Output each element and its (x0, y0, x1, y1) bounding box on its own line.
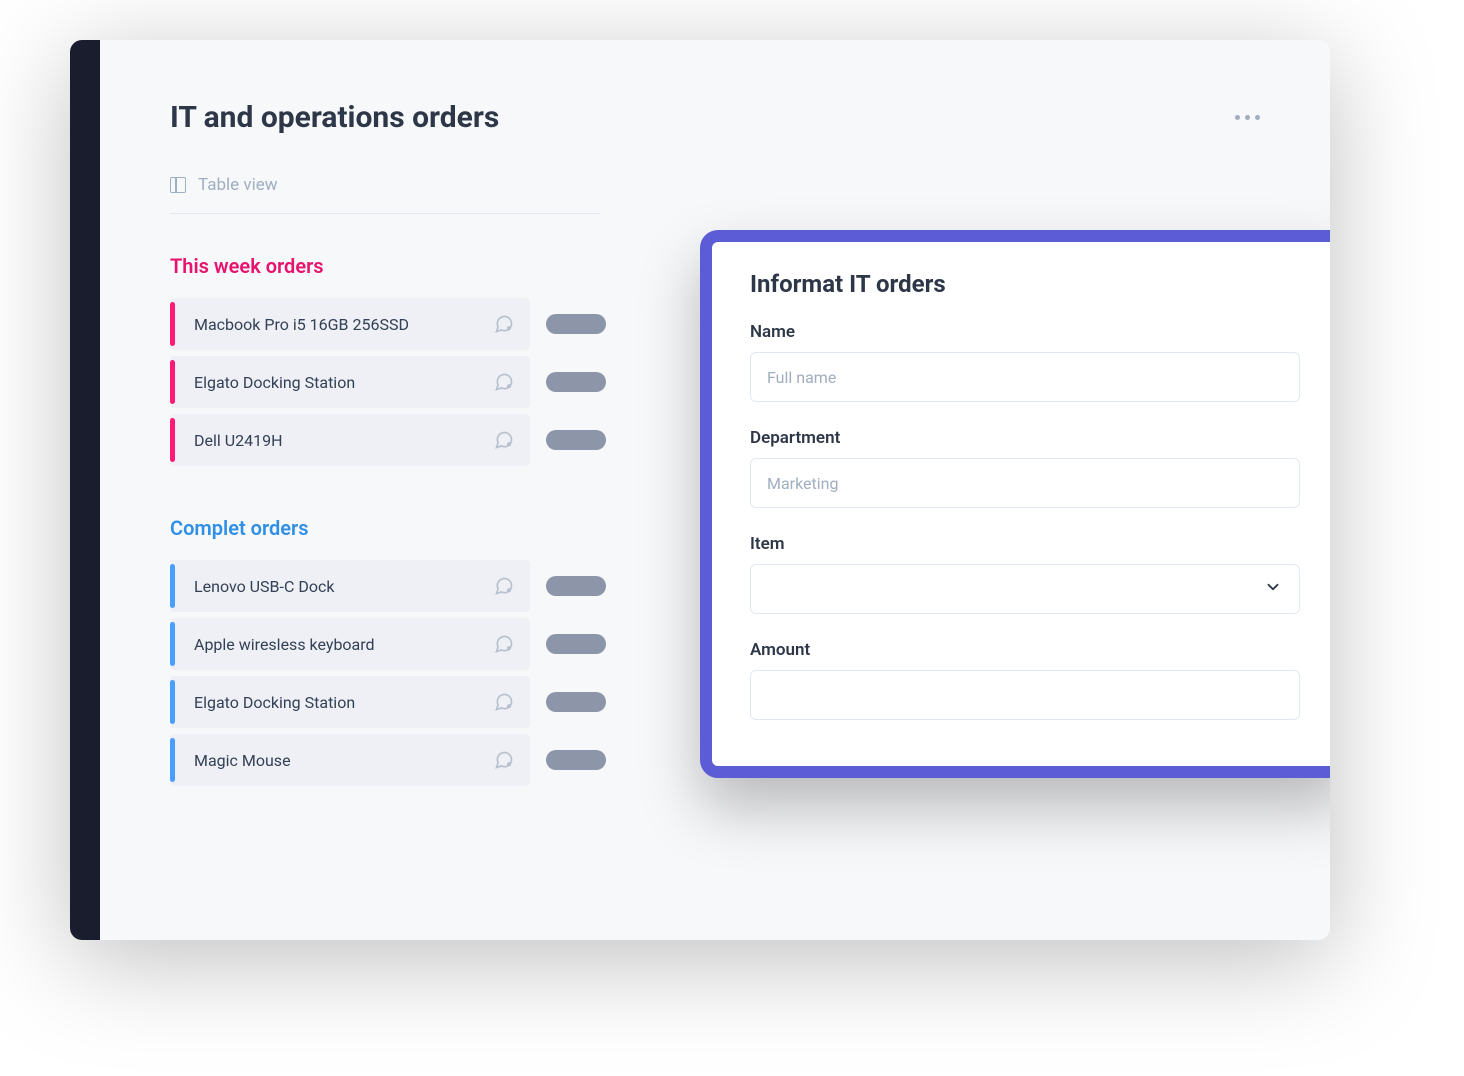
status-pill[interactable] (546, 576, 606, 596)
order-name: Apple wiresless keyboard (194, 635, 494, 654)
label-amount: Amount (750, 640, 1300, 660)
order-name: Dell U2419H (194, 431, 494, 450)
status-bar (170, 622, 175, 666)
chat-icon[interactable] (494, 750, 514, 770)
view-tabs: Table view (170, 175, 600, 214)
status-bar (170, 680, 175, 724)
order-name: Elgato Docking Station (194, 693, 494, 712)
department-input[interactable] (750, 458, 1300, 508)
page-title: IT and operations orders (170, 100, 499, 135)
table-view-icon (170, 177, 186, 193)
chat-icon[interactable] (494, 314, 514, 334)
chat-icon[interactable] (494, 372, 514, 392)
order-name: Elgato Docking Station (194, 373, 494, 392)
order-name: Macbook Pro i5 16GB 256SSD (194, 315, 494, 334)
chat-icon[interactable] (494, 634, 514, 654)
label-item: Item (750, 534, 1300, 554)
tab-table-view[interactable]: Table view (198, 175, 278, 195)
order-name: Magic Mouse (194, 751, 494, 770)
status-pill[interactable] (546, 430, 606, 450)
chat-icon[interactable] (494, 576, 514, 596)
status-bar (170, 360, 175, 404)
status-bar (170, 418, 175, 462)
chat-icon[interactable] (494, 430, 514, 450)
status-pill[interactable] (546, 634, 606, 654)
more-menu-icon[interactable] (1235, 115, 1260, 120)
status-pill[interactable] (546, 750, 606, 770)
name-input[interactable] (750, 352, 1300, 402)
status-bar (170, 564, 175, 608)
item-select[interactable] (750, 564, 1300, 614)
form-title: Informat IT orders (750, 270, 1300, 298)
label-department: Department (750, 428, 1300, 448)
status-bar (170, 302, 175, 346)
status-pill[interactable] (546, 314, 606, 334)
order-name: Lenovo USB-C Dock (194, 577, 494, 596)
amount-input[interactable] (750, 670, 1300, 720)
chat-icon[interactable] (494, 692, 514, 712)
main-content: IT and operations orders Table view This… (100, 40, 1330, 940)
label-name: Name (750, 322, 1300, 342)
app-sidebar-stripe (70, 40, 100, 940)
status-bar (170, 738, 175, 782)
status-pill[interactable] (546, 692, 606, 712)
status-pill[interactable] (546, 372, 606, 392)
order-form-panel: Informat IT orders Name Department Item (700, 230, 1330, 778)
